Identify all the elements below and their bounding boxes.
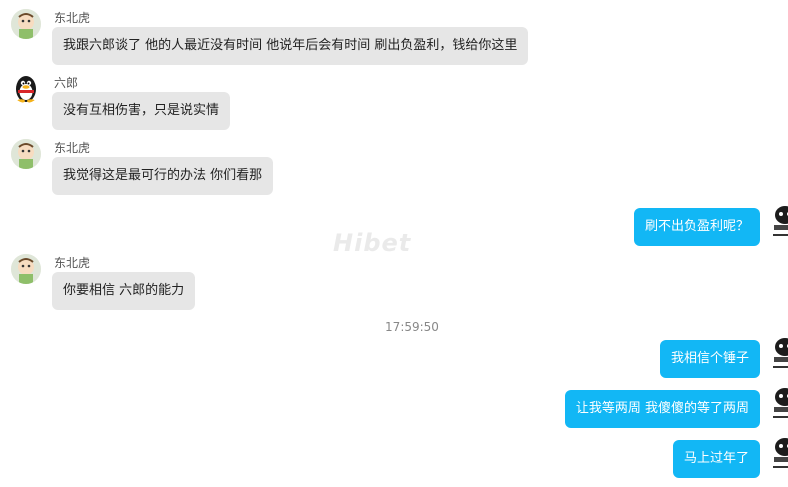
message-bubble[interactable]: 我觉得这是最可行的办法 你们看那 (52, 157, 274, 195)
meme-avatar-icon[interactable] (771, 385, 788, 423)
meme-avatar-icon[interactable] (771, 335, 788, 373)
cartoon-avatar-icon[interactable] (11, 9, 41, 39)
sender-name: 东北虎 (54, 11, 91, 25)
message-timestamp: 17:59:50 (385, 320, 439, 334)
qq-penguin-icon[interactable] (11, 73, 41, 103)
message-bubble-outgoing[interactable]: 我相信个锤子 (659, 340, 760, 378)
cartoon-avatar-icon[interactable] (11, 254, 41, 284)
watermark: Hibet (333, 229, 412, 257)
meme-avatar-icon[interactable] (771, 435, 788, 473)
sender-name: 六郎 (54, 76, 79, 90)
message-bubble-outgoing[interactable]: 让我等两周 我傻傻的等了两周 (564, 390, 760, 428)
sender-name: 东北虎 (54, 141, 91, 155)
message-bubble[interactable]: 你要相信 六郎的能力 (52, 272, 196, 310)
message-bubble-outgoing[interactable]: 刷不出负盈利呢？ (633, 208, 760, 246)
meme-avatar-icon[interactable] (771, 203, 788, 241)
message-bubble[interactable]: 我跟六郎谈了 他的人最近没有时间 他说年后会有时间 刷出负盈利，钱给你这里 (52, 27, 529, 65)
sender-name: 东北虎 (54, 256, 91, 270)
message-bubble-outgoing[interactable]: 马上过年了 (672, 440, 760, 478)
cartoon-avatar-icon[interactable] (11, 139, 41, 169)
message-bubble[interactable]: 没有互相伤害，只是说实情 (52, 92, 231, 130)
